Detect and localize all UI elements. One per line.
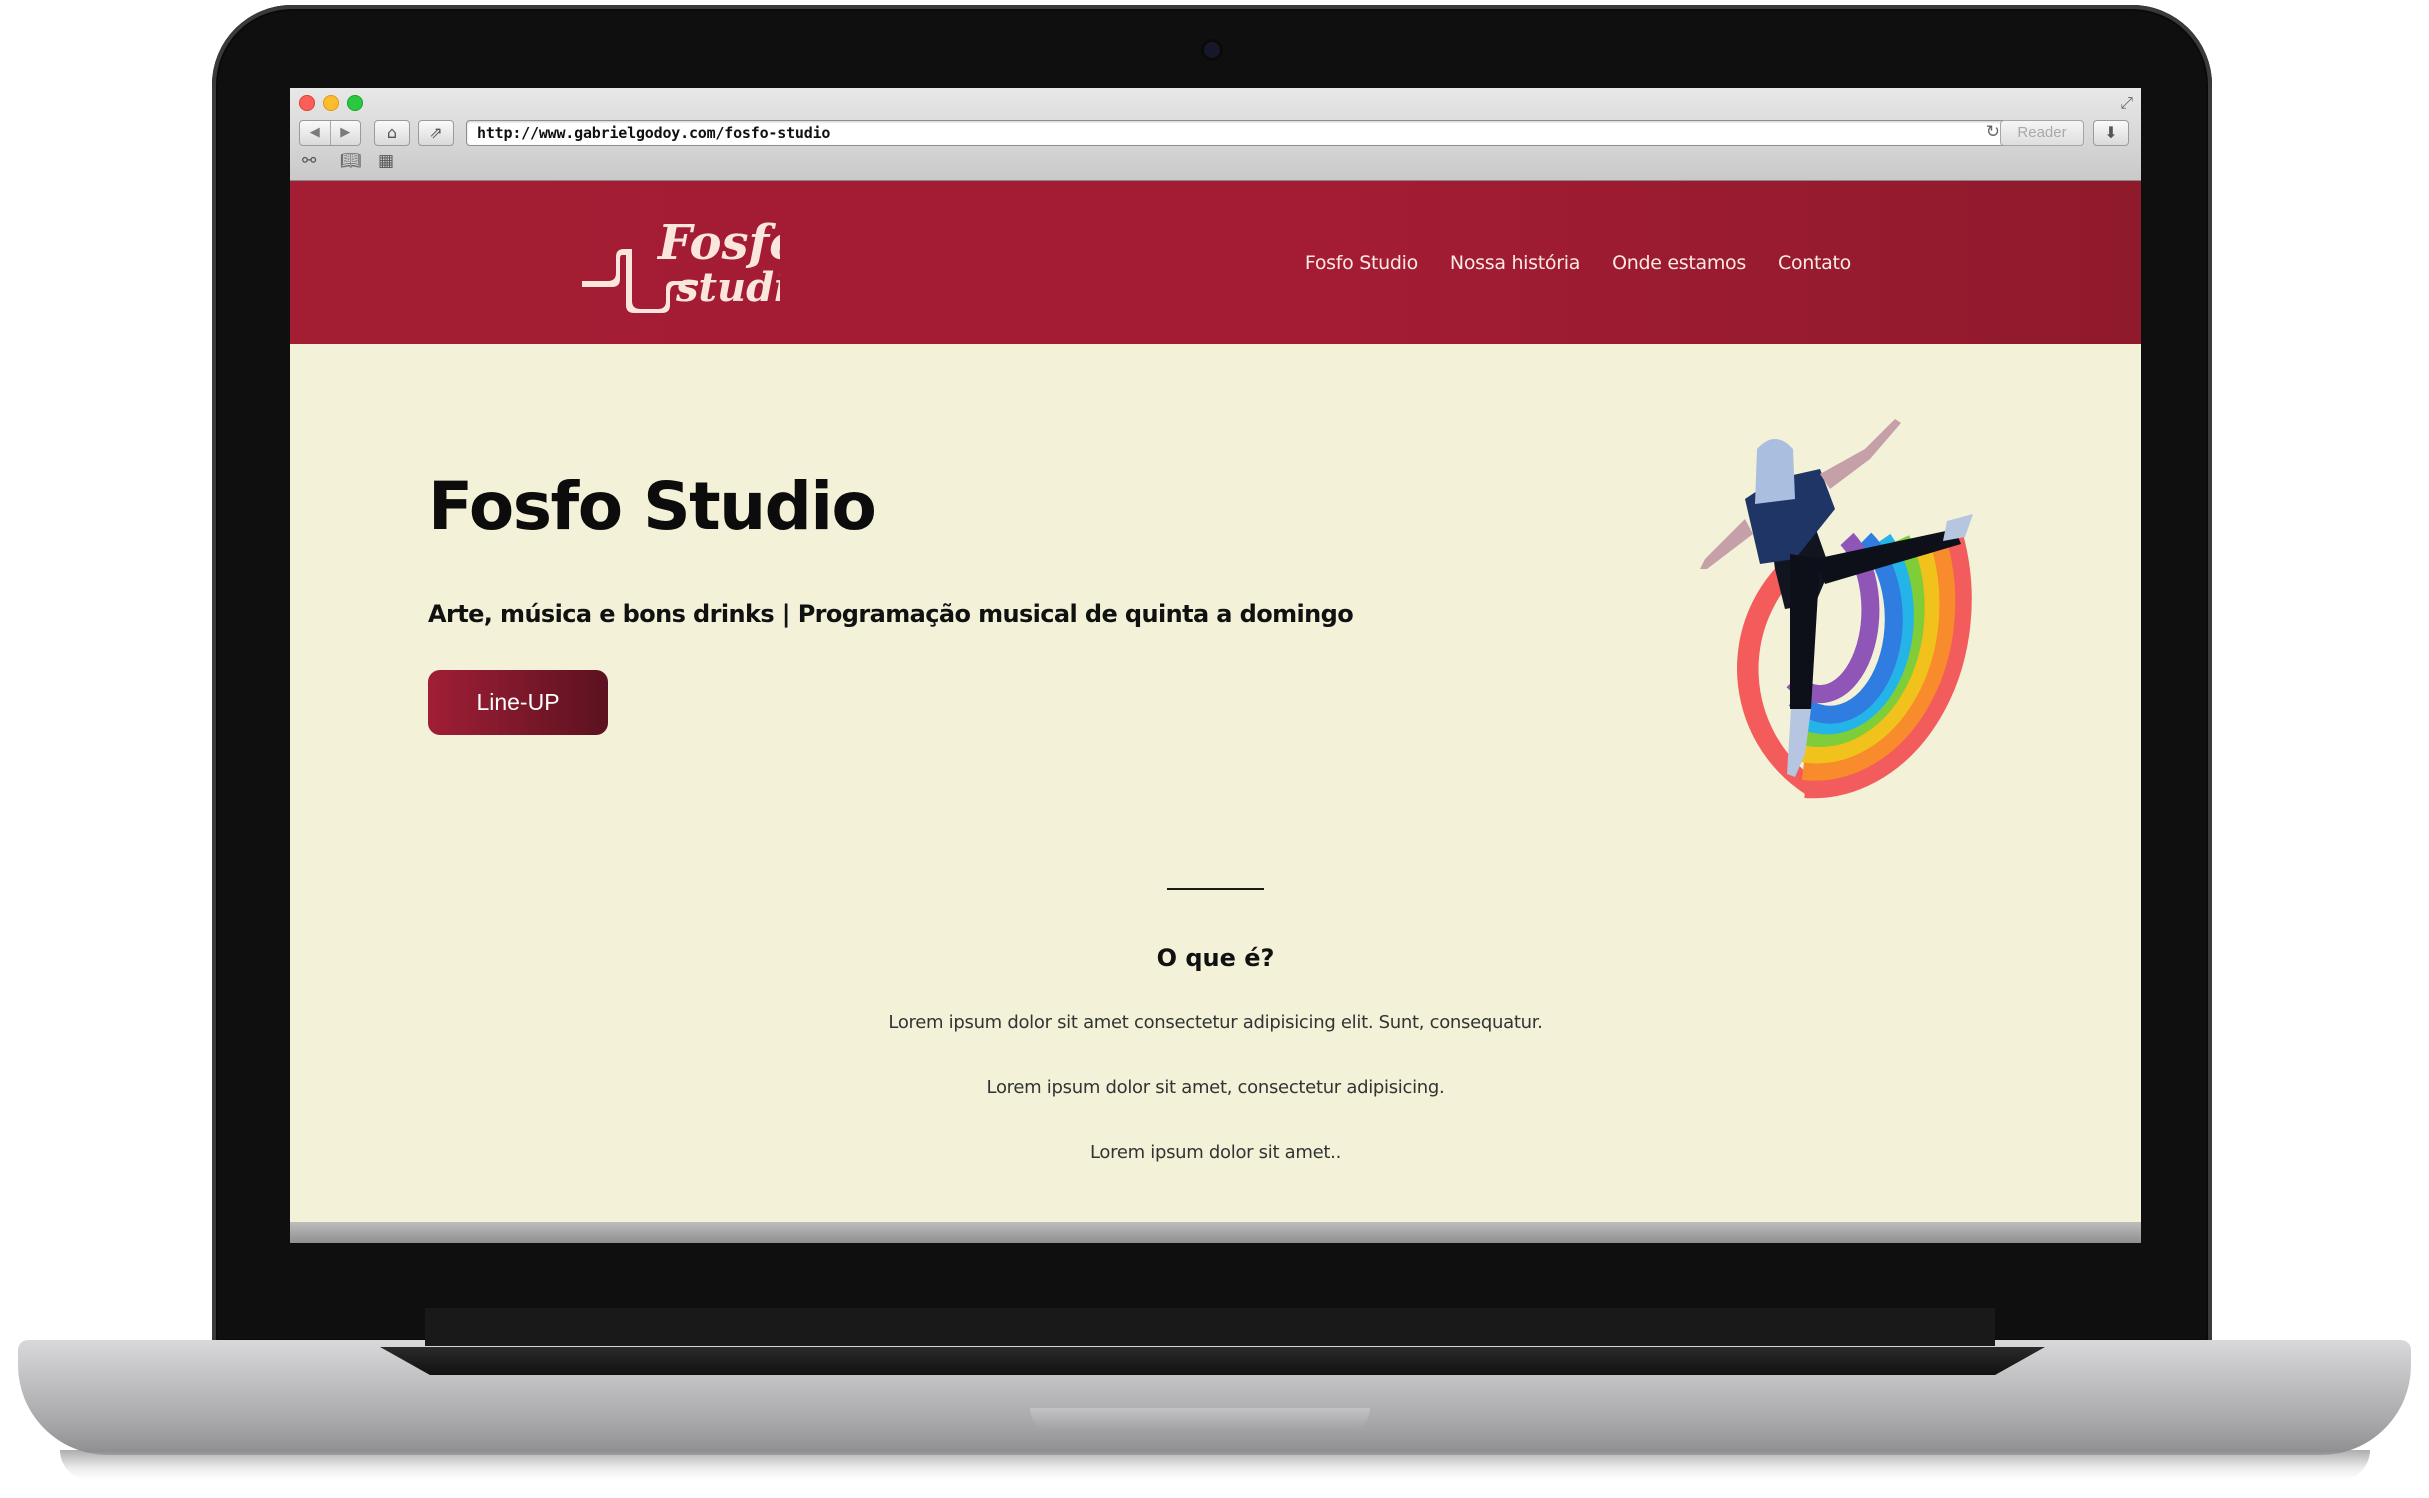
main-nav: Fosfo Studio Nossa história Onde estamos… <box>1305 181 1851 344</box>
browser-status-bar <box>290 1222 2141 1243</box>
section-paragraph: Lorem ipsum dolor sit amet, consectetur … <box>986 1077 1445 1098</box>
section-paragraph: Lorem ipsum dolor sit amet.. <box>1089 1142 1341 1163</box>
hero-subtitle: Arte, música e bons drinks | Programação… <box>428 600 1354 628</box>
window-minimize-button[interactable] <box>323 95 339 111</box>
web-page: Fosfo studio Fosfo Studio Nossa história… <box>290 181 2141 1231</box>
laptop-screen: ⤢ ◀ ▶ ⌂ ⇗ http://www.gabrielgodoy.com/fo… <box>290 88 2141 1243</box>
fullscreen-icon[interactable]: ⤢ <box>2120 93 2133 113</box>
line-up-button[interactable]: Line-UP <box>428 670 608 735</box>
section-paragraph: Lorem ipsum dolor sit amet consectetur a… <box>888 1012 1543 1033</box>
share-button[interactable]: ⇗ <box>418 120 454 146</box>
section-title: O que é? <box>1156 944 1275 972</box>
svg-text:Fosfo: Fosfo <box>656 215 780 271</box>
keyboard-slot <box>380 1347 2045 1375</box>
glasses-icon[interactable]: ⚯ <box>302 151 316 171</box>
fosfo-studio-logo[interactable]: Fosfo studio <box>580 209 780 314</box>
forward-arrow-icon[interactable]: ▶ <box>329 121 361 145</box>
download-button[interactable]: ⬇ <box>2093 120 2129 146</box>
hero-title: Fosfo Studio <box>428 468 877 545</box>
window-maximize-button[interactable] <box>347 95 363 111</box>
hinge <box>425 1308 1995 1346</box>
book-icon[interactable]: 📖︎ <box>340 151 362 171</box>
home-icon: ⌂ <box>386 123 398 142</box>
address-bar[interactable]: http://www.gabrielgodoy.com/fosfo-studio… <box>466 120 2009 146</box>
webcam <box>1204 42 1220 58</box>
browser-toolbar: ⤢ ◀ ▶ ⌂ ⇗ http://www.gabrielgodoy.com/fo… <box>290 88 2141 181</box>
dancer-rainbow-illustration <box>1700 419 1973 799</box>
nav-link-nossa-historia[interactable]: Nossa história <box>1450 252 1580 274</box>
back-arrow-icon[interactable]: ◀ <box>300 121 330 145</box>
trackpad-notch <box>1030 1408 1370 1433</box>
grid-icon[interactable]: ▦ <box>378 151 394 171</box>
back-forward-group: ◀ ▶ <box>299 120 361 146</box>
nav-link-fosfo-studio[interactable]: Fosfo Studio <box>1305 252 1418 274</box>
download-icon: ⬇ <box>2104 123 2118 142</box>
reload-icon[interactable]: ↻ <box>1986 122 2000 142</box>
nav-link-onde-estamos[interactable]: Onde estamos <box>1612 252 1746 274</box>
svg-text:studio: studio <box>675 264 780 311</box>
laptop-base-shadow <box>60 1450 2370 1480</box>
share-icon: ⇗ <box>429 123 443 142</box>
window-close-button[interactable] <box>299 95 315 111</box>
url-text: http://www.gabrielgodoy.com/fosfo-studio <box>477 124 831 142</box>
nav-link-contato[interactable]: Contato <box>1778 252 1851 274</box>
reader-button[interactable]: Reader <box>2000 120 2084 146</box>
site-header: Fosfo studio Fosfo Studio Nossa história… <box>290 181 2141 344</box>
section-divider <box>1167 888 1264 890</box>
home-button[interactable]: ⌂ <box>374 120 410 146</box>
